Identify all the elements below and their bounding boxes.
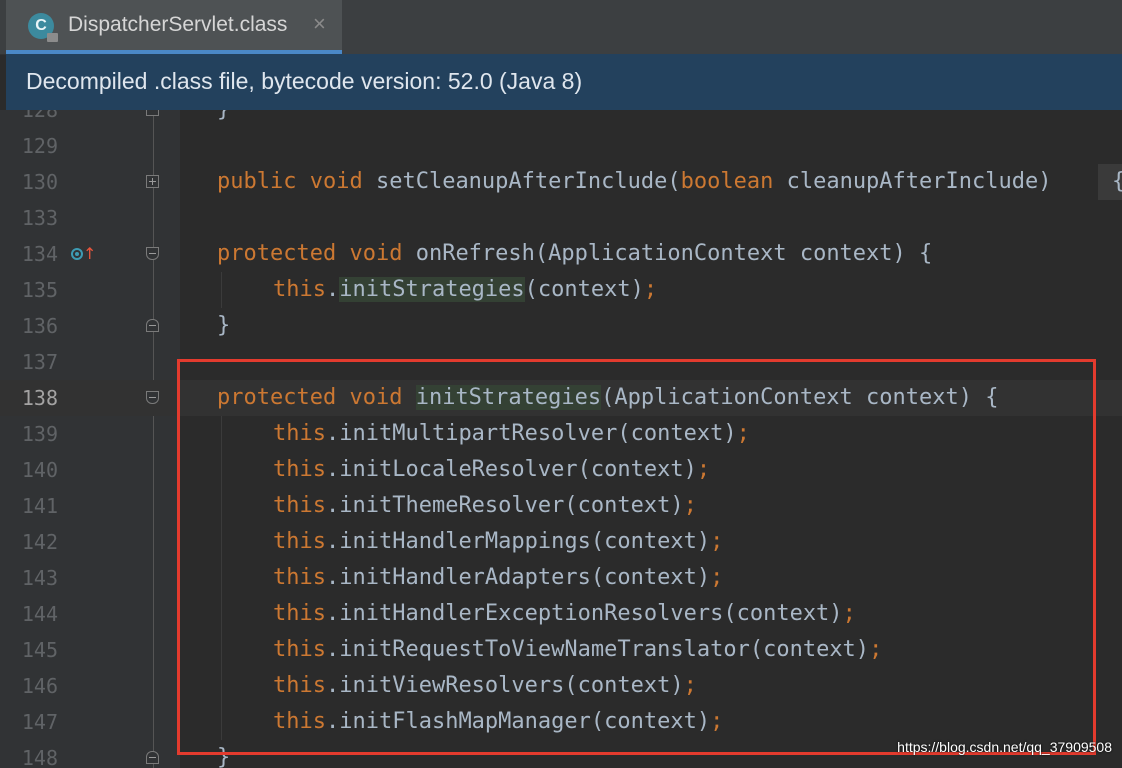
line-number: 135: [21, 278, 58, 302]
line-number: 143: [21, 566, 58, 590]
line-number: 141: [21, 494, 58, 518]
watermark: https://blog.csdn.net/qq_37909508: [897, 739, 1112, 755]
code-line: 130 public void setCleanupAfterInclude(b…: [0, 164, 1122, 200]
code-text: this.initViewResolvers(context);: [273, 673, 697, 698]
line-number: 129: [21, 134, 58, 158]
code-text: public void setCleanupAfterInclude(boole…: [217, 169, 1065, 194]
code-line: 144 this.initHandlerExceptionResolvers(c…: [0, 596, 1122, 632]
fold-marker-icon[interactable]: [146, 247, 159, 260]
code-text: this.initStrategies(context);: [273, 277, 658, 302]
line-number: 137: [21, 350, 58, 374]
overrides-method-icon[interactable]: ↑: [71, 245, 96, 265]
code-line: 133: [0, 200, 1122, 236]
line-number: 147: [21, 710, 58, 734]
class-icon-letter: C: [35, 17, 47, 34]
expand-fold-icon[interactable]: [146, 175, 159, 188]
line-number: 133: [21, 206, 58, 230]
line-number: 140: [21, 458, 58, 482]
line-number: 130: [21, 170, 58, 194]
code-text: protected void initStrategies(Applicatio…: [217, 385, 999, 410]
code-text: }: [217, 313, 231, 338]
code-text: this.initLocaleResolver(context);: [273, 457, 711, 482]
fold-marker-icon[interactable]: [146, 110, 159, 116]
code-line: 128 }: [0, 110, 1122, 128]
code-line: 134 ↑ protected void onRefresh(Applicati…: [0, 236, 1122, 272]
indent-guide: [221, 416, 222, 740]
line-number: 136: [21, 314, 58, 338]
code-text: this.initHandlerMappings(context);: [273, 529, 724, 554]
code-text: }: [217, 110, 230, 128]
fold-marker-icon[interactable]: [146, 391, 159, 404]
lock-icon: [47, 33, 58, 42]
code-line: 140 this.initLocaleResolver(context);: [0, 452, 1122, 488]
code-line: 136 }: [0, 308, 1122, 344]
code-text: this.initFlashMapManager(context);: [273, 709, 724, 734]
class-file-icon: C: [28, 13, 58, 42]
code-line: 129: [0, 128, 1122, 164]
code-line-current: 138 protected void initStrategies(Applic…: [0, 380, 1122, 416]
code-line: 147 this.initFlashMapManager(context);: [0, 704, 1122, 740]
decompiled-notice-banner: Decompiled .class file, bytecode version…: [6, 54, 1122, 111]
code-line: 142 this.initHandlerMappings(context);: [0, 524, 1122, 560]
code-text: this.initHandlerExceptionResolvers(conte…: [273, 601, 856, 626]
code-text: this.initRequestToViewNameTranslator(con…: [273, 637, 883, 662]
code-text: this.initHandlerAdapters(context);: [273, 565, 724, 590]
line-number: 139: [21, 422, 58, 446]
code-line: 141 this.initThemeResolver(context);: [0, 488, 1122, 524]
code-text: this.initMultipartResolver(context);: [273, 421, 750, 446]
line-number: 145: [21, 638, 58, 662]
tab-title: DispatcherServlet.class: [68, 13, 288, 36]
code-line: 135 this.initStrategies(context);: [0, 272, 1122, 308]
line-number: 134: [21, 242, 58, 266]
code-line: 139 this.initMultipartResolver(context);: [0, 416, 1122, 452]
code-text: }: [217, 745, 231, 768]
line-number: 144: [21, 602, 58, 626]
code-text: {: [1112, 164, 1122, 200]
banner-text: Decompiled .class file, bytecode version…: [26, 68, 583, 94]
line-number: 148: [21, 746, 58, 768]
fold-marker-icon[interactable]: [146, 319, 159, 332]
code-line: 137: [0, 344, 1122, 380]
fold-marker-icon[interactable]: [146, 751, 159, 764]
code-line: 143 this.initHandlerAdapters(context);: [0, 560, 1122, 596]
tab-dispatcher-servlet[interactable]: C DispatcherServlet.class ×: [6, 0, 342, 54]
line-number: 138: [21, 386, 58, 410]
editor-tab-bar: C DispatcherServlet.class ×: [0, 0, 1122, 55]
line-number: 146: [21, 674, 58, 698]
code-text: this.initThemeResolver(context);: [273, 493, 697, 518]
close-icon[interactable]: ×: [313, 11, 326, 37]
line-number: 142: [21, 530, 58, 554]
code-editor[interactable]: 128 } 129 130 public void setCleanupAfte…: [0, 110, 1122, 768]
code-line: 146 this.initViewResolvers(context);: [0, 668, 1122, 704]
line-number: 128: [21, 110, 58, 122]
code-text: protected void onRefresh(ApplicationCont…: [217, 241, 933, 266]
indent-guide: [221, 272, 222, 308]
code-line: 145 this.initRequestToViewNameTranslator…: [0, 632, 1122, 668]
